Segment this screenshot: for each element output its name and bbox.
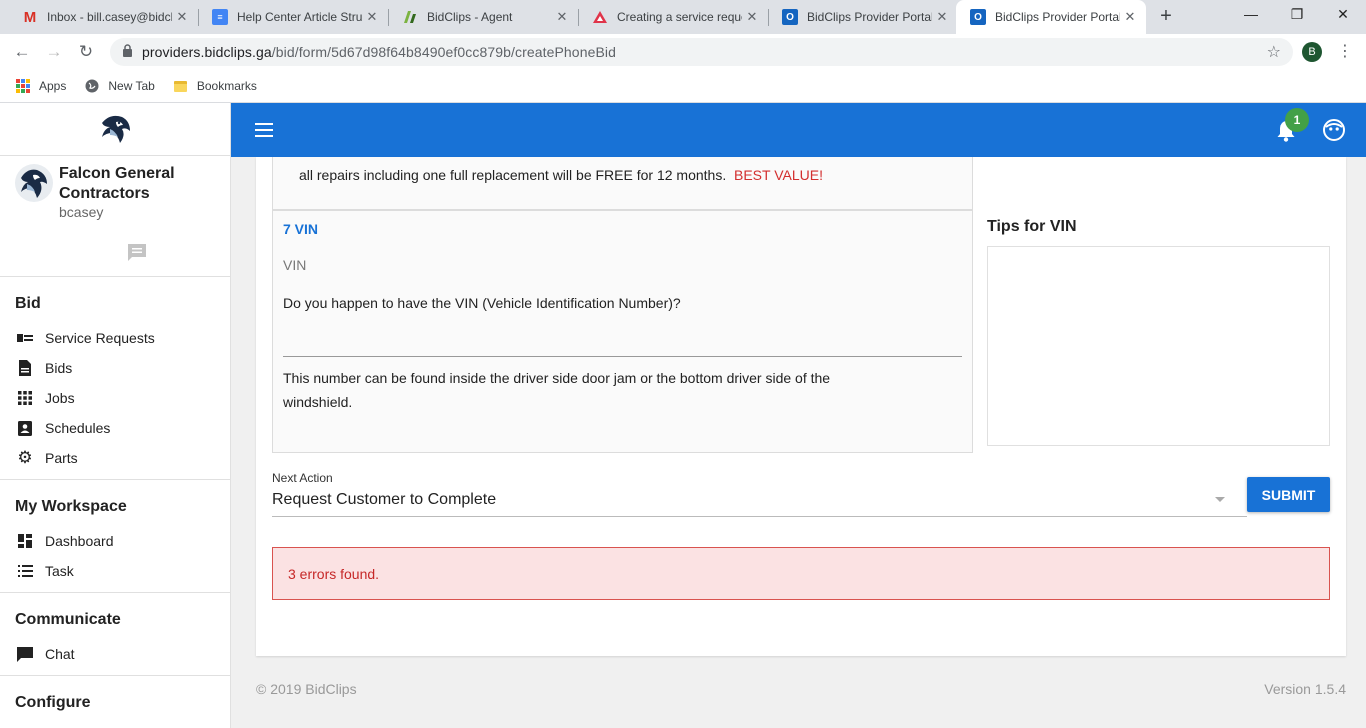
browser-tab-strip: M Inbox - bill.casey@bidcl ✕ ≡ Help Cent… (0, 0, 1366, 34)
browser-tab-bidclips-agent[interactable]: BidClips - Agent ✕ (388, 0, 578, 34)
close-tab-icon[interactable]: ✕ (1120, 9, 1140, 25)
gmail-icon: M (23, 8, 37, 26)
document-icon (17, 360, 33, 376)
bookmark-apps[interactable]: Apps (15, 78, 66, 94)
question-number: 7 VIN (283, 221, 319, 237)
profile-avatar[interactable]: B (1302, 42, 1322, 62)
browser-tab-gmail[interactable]: M Inbox - bill.casey@bidcl ✕ (8, 0, 198, 34)
apps-grid-icon (15, 78, 31, 94)
browser-tab-provider-portal-active[interactable]: O BidClips Provider Portal ✕ (956, 0, 1146, 34)
gear-icon: ⚙ (17, 448, 33, 467)
sidebar: Falcon General Contractors bcasey Bid Se… (0, 103, 231, 728)
question-label: VIN (283, 257, 307, 273)
list-icon (17, 563, 33, 579)
sidebar-section-bid: Bid Service Requests Bids Jobs Schedules… (0, 277, 230, 480)
close-tab-icon[interactable]: ✕ (172, 9, 192, 25)
bidclips-logo[interactable] (0, 103, 230, 156)
url-text: providers.bidclips.ga/bid/form/5d67d98f6… (142, 44, 617, 60)
bookmark-star-icon[interactable]: ☆ (1267, 42, 1281, 62)
sidebar-item-dashboard[interactable]: Dashboard (0, 526, 230, 556)
contact-card-icon (17, 420, 33, 436)
browser-toolbar: ← → ↻ providers.bidclips.ga/bid/form/5d6… (0, 34, 1366, 70)
browser-menu-icon[interactable]: ⋮ (1337, 40, 1353, 64)
lock-icon (112, 44, 142, 60)
previous-question-panel: all repairs including one full replaceme… (272, 157, 973, 210)
sidebar-section-workspace: My Workspace Dashboard Task (0, 480, 230, 593)
outlook-icon: O (970, 9, 986, 25)
company-avatar[interactable] (15, 164, 53, 202)
bookmark-folder[interactable]: Bookmarks (173, 78, 257, 94)
sidebar-item-schedules[interactable]: Schedules (0, 413, 230, 443)
bid-form-card: all repairs including one full replaceme… (256, 157, 1346, 656)
sidebar-item-jobs[interactable]: Jobs (0, 383, 230, 413)
maximize-button[interactable]: ❐ (1274, 0, 1320, 30)
account-icon[interactable] (1323, 119, 1345, 144)
back-button[interactable]: ← (10, 40, 34, 64)
footer-copyright: © 2019 BidClips (256, 681, 357, 697)
next-action-select[interactable]: Request Customer to Complete (272, 487, 1247, 517)
browser-tab-creating-service-request[interactable]: Creating a service reque ✕ (578, 0, 768, 34)
next-action-label: Next Action (272, 471, 333, 485)
sidebar-section-communicate: Communicate Chat (0, 593, 230, 676)
address-bar[interactable]: providers.bidclips.ga/bid/form/5d67d98f6… (110, 38, 1293, 66)
grid-icon (17, 390, 33, 406)
question-help-text: This number can be found inside the driv… (283, 370, 831, 410)
falcon-logo-icon (102, 115, 130, 143)
outlook-icon: O (782, 9, 798, 25)
close-window-button[interactable]: ✕ (1320, 0, 1366, 30)
bookmark-new-tab[interactable]: New Tab (84, 78, 155, 94)
sidebar-item-service-requests[interactable]: Service Requests (0, 323, 230, 353)
tips-panel (987, 246, 1330, 446)
close-tab-icon[interactable]: ✕ (742, 9, 762, 25)
dropdown-arrow-icon (1215, 497, 1225, 502)
error-alert: 3 errors found. (272, 547, 1330, 600)
minimize-button[interactable]: — (1228, 0, 1274, 30)
sidebar-item-chat[interactable]: Chat (0, 639, 230, 669)
sidebar-section-configure: Configure (15, 694, 91, 711)
error-message: 3 errors found. (288, 566, 380, 582)
best-value-tag: BEST VALUE! (734, 167, 823, 183)
sidebar-item-bids[interactable]: Bids (0, 353, 230, 383)
chat-icon (17, 646, 33, 662)
company-name: Falcon General Contractors (59, 165, 175, 202)
notification-badge: 1 (1285, 108, 1309, 132)
menu-icon[interactable] (255, 123, 273, 137)
browser-tab-provider-portal-1[interactable]: O BidClips Provider Portal ✕ (768, 0, 958, 34)
message-icon[interactable] (126, 242, 148, 265)
globe-icon (84, 78, 100, 94)
sidebar-item-task[interactable]: Task (0, 556, 230, 586)
close-tab-icon[interactable]: ✕ (932, 9, 952, 25)
previous-answer-text: all repairs including one full replaceme… (299, 167, 727, 183)
bookmarks-bar: Apps New Tab Bookmarks (0, 70, 1366, 103)
close-tab-icon[interactable]: ✕ (552, 9, 572, 25)
dashboard-icon (17, 533, 33, 549)
bidclips-agent-icon (402, 9, 418, 25)
username: bcasey (59, 204, 104, 220)
forward-button[interactable]: → (42, 40, 66, 64)
reload-button[interactable]: ↻ (74, 40, 98, 64)
triangle-icon (592, 9, 608, 25)
folder-icon (173, 78, 189, 94)
vin-input[interactable] (283, 325, 962, 357)
new-tab-button[interactable]: + (1154, 5, 1178, 29)
footer-version: Version 1.5.4 (1264, 681, 1346, 697)
company-profile: Falcon General Contractors bcasey (0, 156, 230, 277)
question-text: Do you happen to have the VIN (Vehicle I… (283, 295, 681, 311)
tips-title: Tips for VIN (987, 218, 1077, 235)
sidebar-item-parts[interactable]: ⚙ Parts (0, 443, 230, 473)
close-tab-icon[interactable]: ✕ (362, 9, 382, 25)
docs-icon: ≡ (212, 9, 228, 25)
browser-tab-help-center[interactable]: ≡ Help Center Article Stru ✕ (198, 0, 388, 34)
service-requests-icon (17, 330, 33, 346)
app-header: 1 (231, 103, 1366, 157)
submit-button[interactable]: SUBMIT (1247, 477, 1330, 512)
